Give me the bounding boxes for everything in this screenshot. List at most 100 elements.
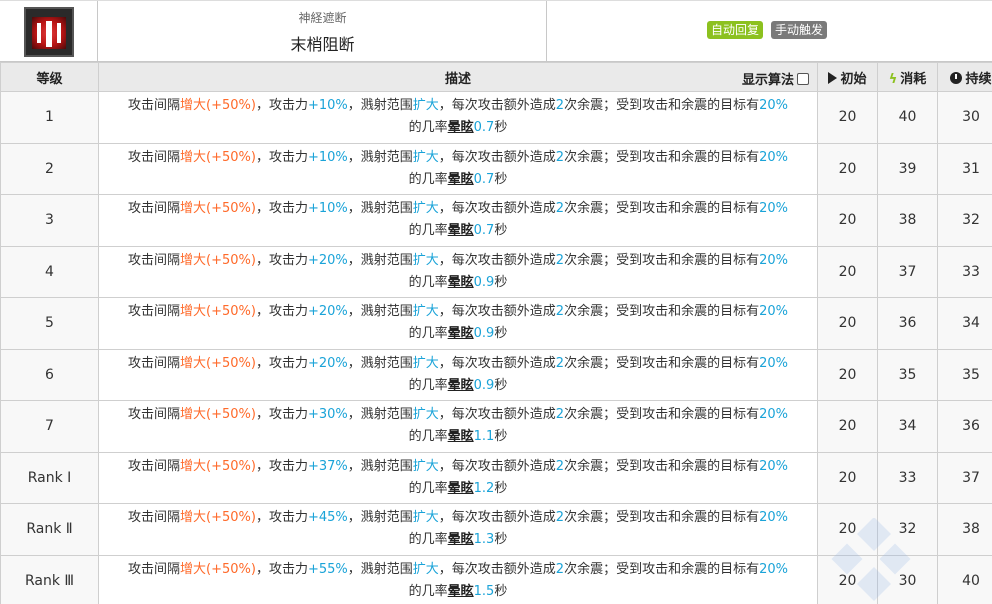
table-row: 7 攻击间隔增大(+50%)，攻击力+30%，溅射范围扩大，每次攻击额外造成2次余… — [0, 400, 992, 453]
desc-stun-chance: 20% — [759, 458, 788, 474]
desc-text: ，每次攻击额外造成 — [438, 149, 556, 165]
skill-name: 末梢阻断 — [290, 35, 355, 54]
desc-stun-term[interactable]: 晕眩 — [448, 481, 474, 496]
desc-atk-bonus: +10% — [307, 98, 348, 114]
desc-stun-term[interactable]: 晕眩 — [448, 275, 474, 290]
desc-text: ，每次攻击额外造成 — [438, 98, 556, 114]
desc-text: 的几率 — [408, 377, 448, 393]
desc-text: 次余震；受到攻击和余震的目标有 — [564, 407, 760, 423]
show-algorithm-toggle[interactable]: 显示算法 — [742, 69, 809, 88]
desc-text: ，每次攻击额外造成 — [438, 252, 556, 268]
cell-initial: 20 — [817, 554, 878, 604]
lightning-icon: ϟ — [888, 71, 898, 87]
cell-level: Rank Ⅱ — [0, 503, 99, 556]
desc-text: ，每次攻击额外造成 — [438, 355, 556, 371]
desc-text: 秒 — [494, 532, 508, 548]
desc-text: ，溅射范围 — [347, 98, 413, 114]
skill-icon-cell — [0, 1, 98, 62]
desc-text: ，溅射范围 — [347, 252, 413, 268]
desc-text: 秒 — [494, 223, 508, 239]
cell-description: 攻击间隔增大(+50%)，攻击力+45%，溅射范围扩大，每次攻击额外造成2次余震… — [98, 503, 818, 556]
desc-interval-change: 增大(+50%) — [180, 98, 256, 114]
desc-stun-duration: 0.7 — [473, 223, 495, 239]
desc-quake-count: 2 — [555, 355, 565, 371]
cell-duration: 36 — [937, 400, 992, 453]
cell-initial: 20 — [817, 297, 878, 350]
header-duration-label: 持续 — [965, 71, 992, 87]
desc-text: 的几率 — [408, 223, 448, 239]
cell-description: 攻击间隔增大(+50%)，攻击力+10%，溅射范围扩大，每次攻击额外造成2次余震… — [98, 194, 818, 247]
desc-text: 次余震；受到攻击和余震的目标有 — [564, 149, 760, 165]
cell-initial: 20 — [817, 348, 878, 401]
desc-stun-chance: 20% — [759, 510, 788, 526]
desc-text: ，攻击力 — [255, 304, 308, 320]
desc-stun-term[interactable]: 晕眩 — [448, 326, 474, 341]
desc-text: ，溅射范围 — [347, 561, 413, 577]
header-initial-label: 初始 — [840, 71, 867, 87]
table-row: 6 攻击间隔增大(+50%)，攻击力+20%，溅射范围扩大，每次攻击额外造成2次余… — [0, 348, 992, 401]
desc-stun-term[interactable]: 晕眩 — [448, 584, 474, 599]
cell-cost: 35 — [877, 348, 938, 401]
skill-name-cell: 神経遮断 末梢阻断 — [99, 1, 547, 62]
cell-level: Rank Ⅲ — [0, 554, 99, 604]
desc-interval-change: 增大(+50%) — [180, 149, 256, 165]
desc-stun-duration: 0.7 — [473, 120, 495, 136]
desc-stun-duration: 1.3 — [473, 532, 495, 548]
show-algorithm-label: 显示算法 — [741, 73, 794, 88]
desc-text: ，溅射范围 — [347, 304, 413, 320]
desc-stun-chance: 20% — [759, 252, 788, 268]
desc-interval-change: 增大(+50%) — [180, 252, 256, 268]
cell-initial: 20 — [817, 503, 878, 556]
cell-level: 5 — [0, 297, 99, 350]
cell-description: 攻击间隔增大(+50%)，攻击力+30%，溅射范围扩大，每次攻击额外造成2次余震… — [98, 400, 818, 453]
desc-text: 的几率 — [408, 326, 448, 342]
desc-quake-count: 2 — [555, 304, 565, 320]
desc-text: 攻击间隔 — [127, 201, 180, 217]
table-row: 3 攻击间隔增大(+50%)，攻击力+10%，溅射范围扩大，每次攻击额外造成2次余… — [0, 194, 992, 247]
skill-header: 神経遮断 末梢阻断 自动回复 手动触发 — [0, 0, 992, 62]
desc-atk-bonus: +10% — [307, 201, 348, 217]
desc-quake-count: 2 — [555, 407, 565, 423]
desc-stun-term[interactable]: 晕眩 — [448, 223, 474, 238]
desc-text: 攻击间隔 — [127, 252, 180, 268]
desc-quake-count: 2 — [555, 201, 565, 217]
desc-text: 的几率 — [408, 171, 448, 187]
desc-text: ，攻击力 — [255, 510, 308, 526]
desc-quake-count: 2 — [555, 458, 565, 474]
desc-stun-term[interactable]: 晕眩 — [448, 378, 474, 393]
table-row: 1 攻击间隔增大(+50%)，攻击力+10%，溅射范围扩大，每次攻击额外造成2次余… — [0, 91, 992, 144]
show-algorithm-checkbox[interactable] — [797, 72, 809, 85]
desc-stun-term[interactable]: 晕眩 — [448, 120, 474, 135]
desc-text: ，每次攻击额外造成 — [438, 304, 556, 320]
desc-stun-chance: 20% — [759, 149, 788, 165]
desc-text: ，攻击力 — [255, 252, 308, 268]
desc-stun-term[interactable]: 晕眩 — [448, 429, 474, 444]
desc-text: 次余震；受到攻击和余震的目标有 — [564, 252, 760, 268]
cell-level: 3 — [0, 194, 99, 247]
desc-text: 秒 — [494, 480, 508, 496]
desc-text: 的几率 — [408, 274, 448, 290]
desc-stun-term[interactable]: 晕眩 — [448, 172, 474, 187]
tag-manual-trigger: 手动触发 — [771, 21, 828, 39]
desc-text: ，溅射范围 — [347, 355, 413, 371]
header-cost-label: 消耗 — [900, 71, 927, 87]
desc-atk-bonus: +30% — [307, 407, 348, 423]
cell-description: 攻击间隔增大(+50%)，攻击力+20%，溅射范围扩大，每次攻击额外造成2次余震… — [98, 348, 818, 401]
desc-stun-chance: 20% — [759, 98, 788, 114]
desc-interval-change: 增大(+50%) — [180, 458, 256, 474]
skill-tags: 自动回复 手动触发 — [707, 21, 828, 39]
skill-icon — [23, 6, 74, 57]
desc-stun-term[interactable]: 晕眩 — [448, 532, 474, 547]
desc-stun-chance: 20% — [759, 201, 788, 217]
desc-interval-change: 增大(+50%) — [180, 510, 256, 526]
desc-text: 攻击间隔 — [127, 510, 180, 526]
desc-stun-duration: 1.5 — [473, 583, 495, 599]
desc-stun-chance: 20% — [759, 304, 788, 320]
header-cost: ϟ 消耗 — [877, 62, 938, 92]
desc-text: 的几率 — [408, 480, 448, 496]
desc-text: ，每次攻击额外造成 — [438, 458, 556, 474]
desc-text: ，攻击力 — [255, 407, 308, 423]
desc-text: 次余震；受到攻击和余震的目标有 — [564, 510, 760, 526]
desc-text: 秒 — [494, 171, 508, 187]
desc-text: 攻击间隔 — [127, 355, 180, 371]
